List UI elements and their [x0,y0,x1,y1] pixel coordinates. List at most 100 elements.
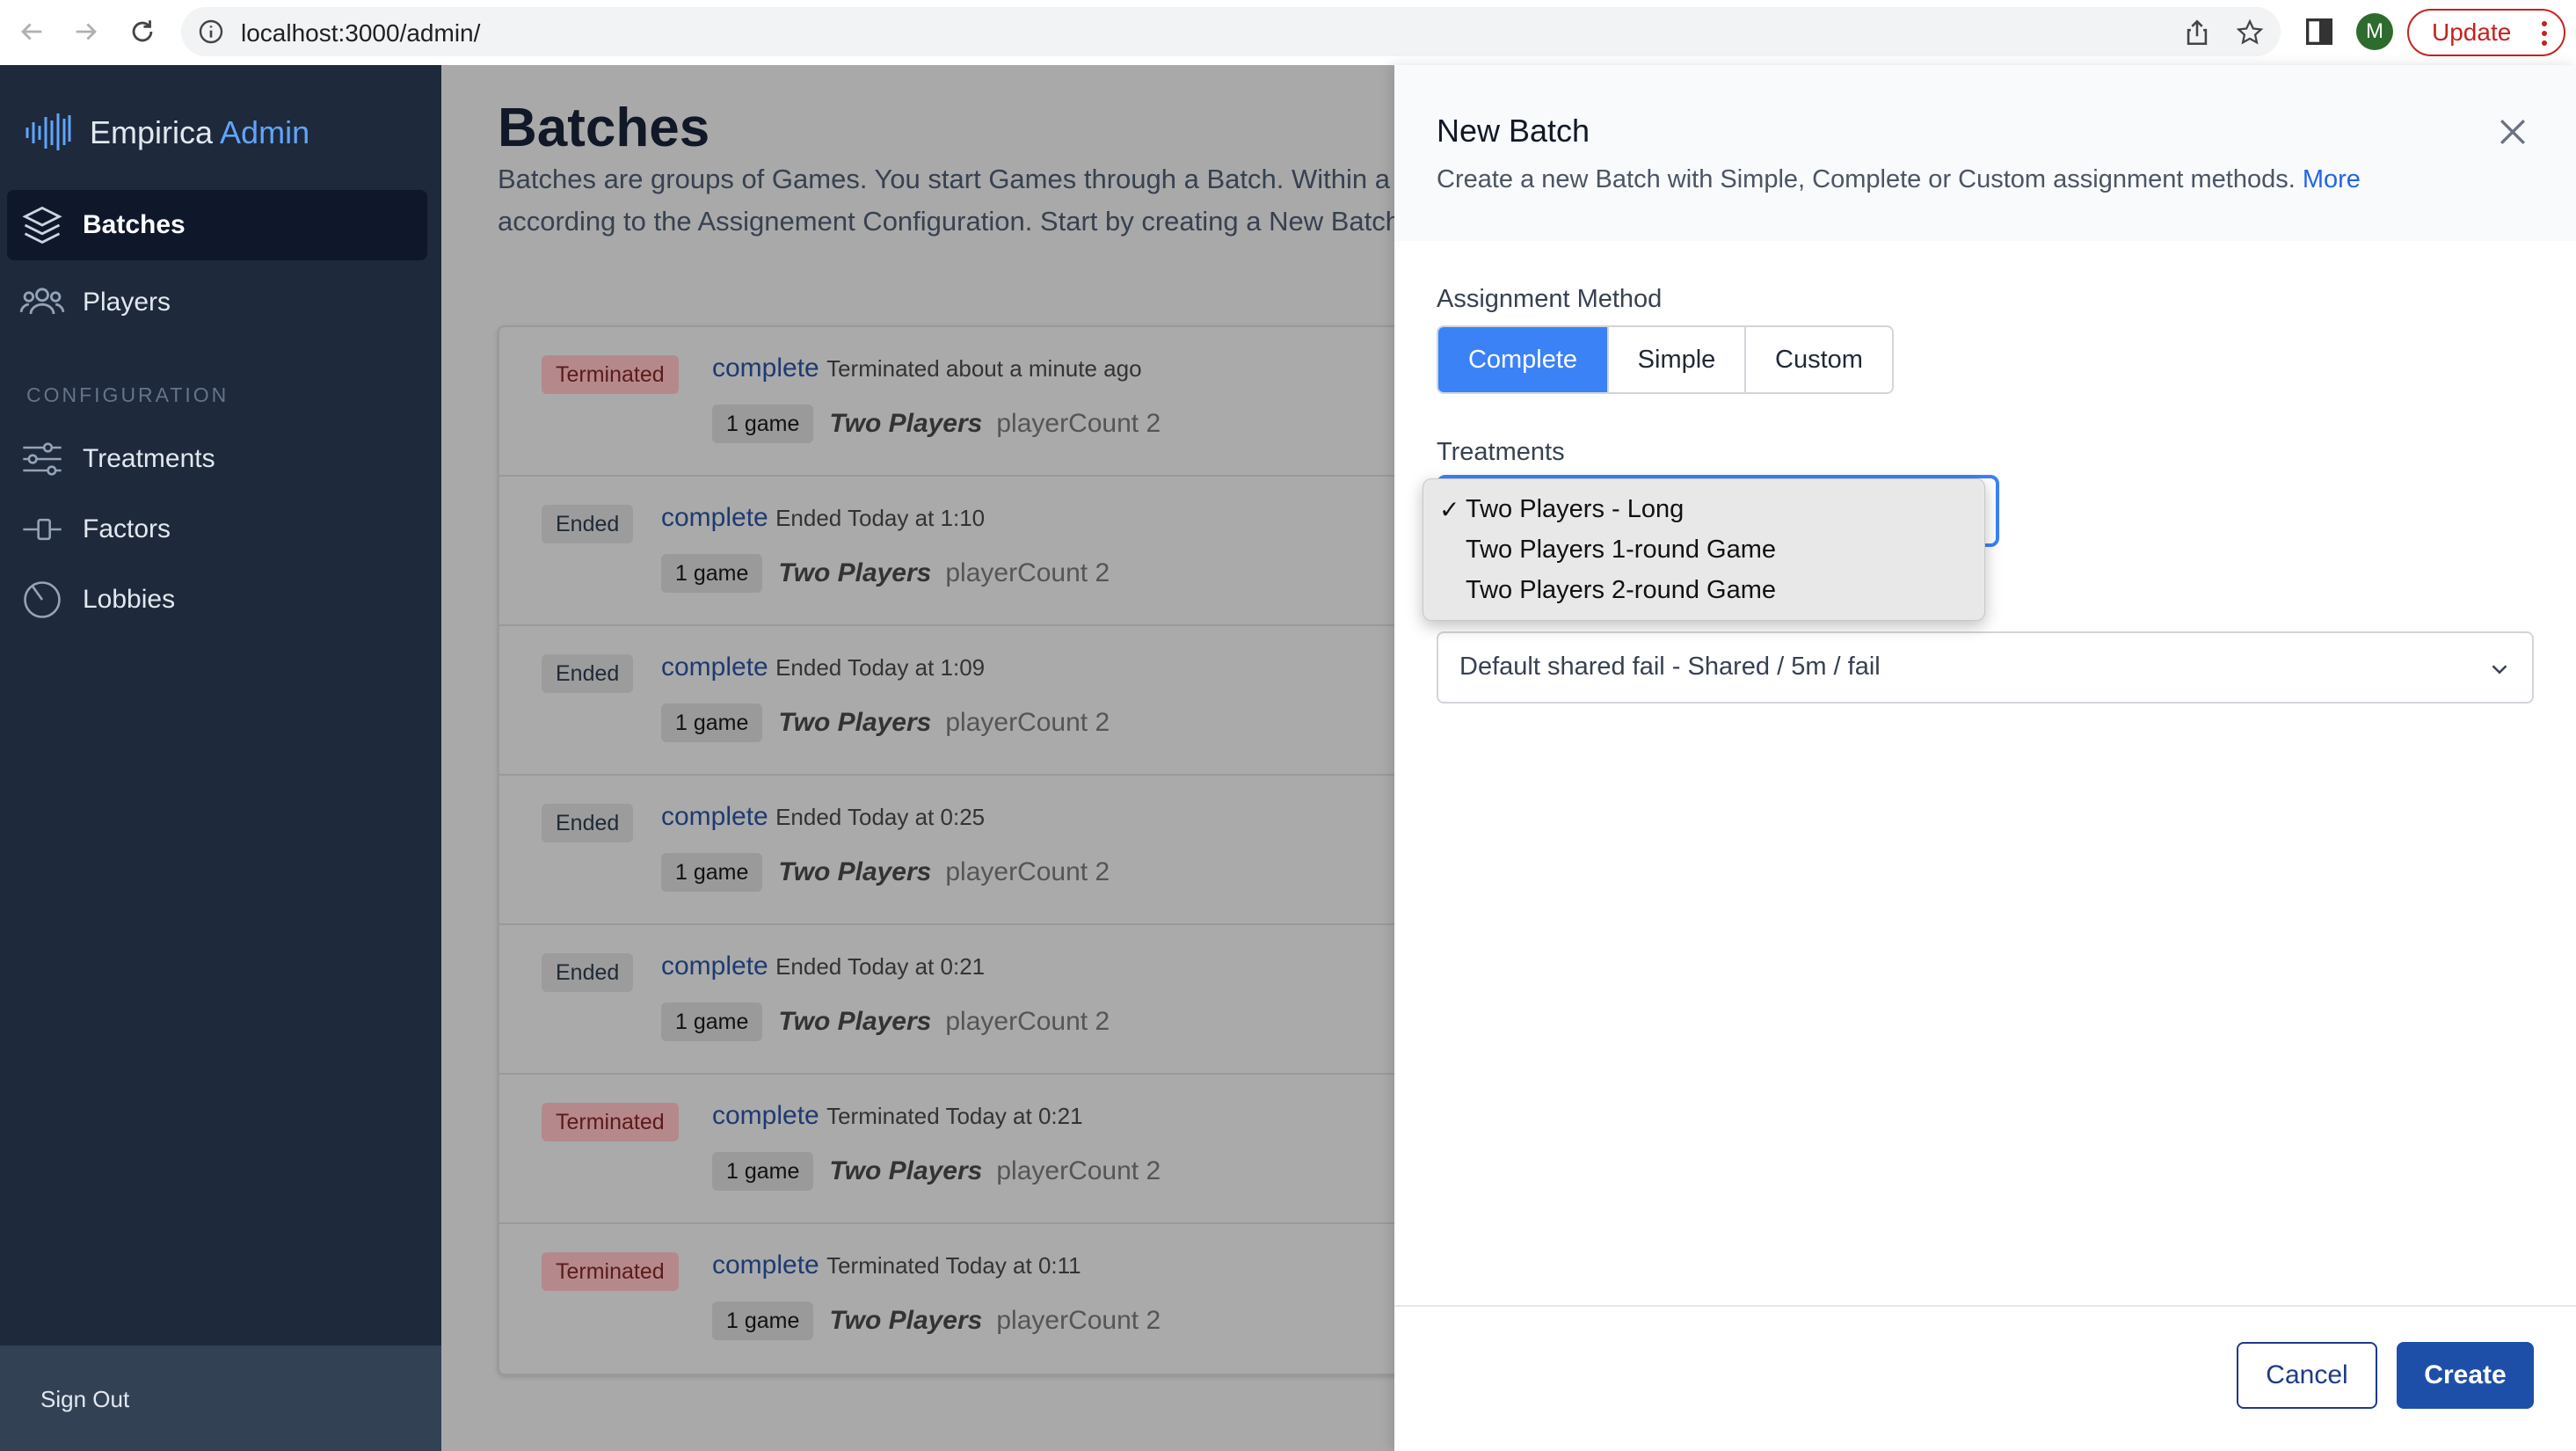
sidebar-item-label: Factors [83,514,171,543]
treatment-option[interactable]: ✓ Two Players - Long [1439,495,1685,524]
brand[interactable]: Empirica Admin [25,106,309,158]
sign-out-bar: Sign Out [0,1345,441,1451]
status-badge: Terminated [542,355,679,394]
batch-details: 1 game Two Players playerCount 2 [712,405,1161,443]
batch-details: 1 game Two Players playerCount 2 [661,853,1110,892]
table-row[interactable]: Ended complete Ended Today at 0:21 1 gam… [499,925,1394,1075]
back-button[interactable] [12,12,51,51]
factor-value: playerCount 2 [996,1306,1161,1335]
sidebar-item-treatments[interactable]: Treatments [7,424,427,494]
share-icon[interactable] [2182,18,2212,47]
more-link[interactable]: More [2303,165,2361,193]
forward-button[interactable] [67,12,106,51]
sidebar-item-label: Batches [83,210,186,239]
games-badge: 1 game [661,554,763,593]
table-row[interactable]: Terminated complete Terminated Today at … [499,1075,1394,1224]
lobby-select[interactable]: Default shared fail - Shared / 5m / fail [1437,631,2534,704]
reload-button[interactable] [123,12,162,51]
method-custom-button[interactable]: Custom [1746,327,1892,392]
drawer-title: New Batch [1437,113,1590,149]
chevron-down-icon [2492,665,2507,674]
reload-icon [132,20,153,42]
more-vert-icon [2542,21,2547,46]
brand-accent: Admin [220,114,310,150]
batch-time: Ended Today at 1:10 [775,505,986,531]
empirica-logo-icon [25,113,71,150]
method-complete-button[interactable]: Complete [1438,327,1609,392]
profile-avatar[interactable]: M [2356,13,2393,50]
users-icon [19,288,65,315]
batch-title: complete Ended Today at 0:21 [661,952,985,981]
treatment-option[interactable]: Two Players 2-round Game [1466,576,1776,605]
treatment-name: Two Players [778,1007,932,1036]
factor-value: playerCount 2 [945,857,1110,886]
sidebar: Empirica Admin Batches Players CONFIGURA… [0,65,441,1451]
sidebar-item-factors[interactable]: Factors [7,494,427,565]
browser-toolbar: localhost:3000/admin/ M Update [0,0,2576,65]
sidebar-item-lobbies[interactable]: Lobbies [7,565,427,635]
sliders-icon [23,442,62,476]
page-title: Batches [498,98,710,158]
factor-value: playerCount 2 [945,708,1110,737]
update-button[interactable]: Update [2407,9,2565,56]
arrow-right-icon [76,23,97,40]
info-icon[interactable] [197,18,225,46]
factor-value: playerCount 2 [996,1156,1161,1185]
batch-time: Ended Today at 0:21 [775,953,986,980]
status-badge: Ended [542,654,634,693]
treatment-dropdown-menu: ✓ Two Players - Long Two Players 1-round … [1423,478,1985,621]
section-label: CONFIGURATION [26,383,229,406]
table-row[interactable]: Ended complete Ended Today at 1:09 1 gam… [499,626,1394,776]
treatment-name: Two Players [829,409,983,438]
treatment-name: Two Players [778,857,932,886]
sidebar-item-players[interactable]: Players [7,267,427,338]
table-row[interactable]: Ended complete Ended Today at 1:10 1 gam… [499,477,1394,626]
sign-out-link[interactable]: Sign Out [40,1386,129,1413]
batch-kind: complete [712,1250,819,1280]
address-bar[interactable]: localhost:3000/admin/ [181,7,2281,56]
page-description: Batches are groups of Games. You start G… [498,164,1394,237]
star-icon[interactable] [2235,18,2265,47]
batch-title: complete Terminated Today at 0:21 [712,1101,1083,1131]
lobby-select-value: Default shared fail - Shared / 5m / fail [1459,653,1881,681]
main-content: Batches Batches are groups of Games. You… [441,65,1394,1451]
side-panel-icon[interactable] [2302,14,2337,49]
status-badge: Terminated [542,1252,679,1291]
batch-kind: complete [661,653,768,682]
batch-time: Ended Today at 1:09 [775,654,986,681]
sidebar-item-label: Lobbies [83,585,176,614]
games-badge: 1 game [661,853,763,892]
cancel-button[interactable]: Cancel [2237,1342,2377,1409]
brand-title: Empirica [90,114,214,150]
layers-icon [22,206,62,244]
table-row[interactable]: Terminated complete Terminated about a m… [499,327,1394,477]
factor-value: playerCount 2 [945,558,1110,587]
method-simple-button[interactable]: Simple [1609,327,1746,392]
status-badge: Terminated [542,1103,679,1141]
timer-icon [24,581,61,618]
batch-title: complete Terminated about a minute ago [712,354,1142,383]
table-row[interactable]: Terminated complete Terminated Today at … [499,1224,1394,1374]
factor-value: playerCount 2 [945,1007,1110,1036]
games-badge: 1 game [712,1152,814,1191]
drawer-footer: Cancel Create [1394,1305,2576,1451]
batch-kind: complete [712,1101,819,1130]
treatment-option-label: Two Players 1-round Game [1466,536,1776,564]
batch-time: Terminated Today at 0:11 [826,1252,1081,1279]
close-icon[interactable] [2493,113,2532,151]
games-badge: 1 game [712,405,814,443]
table-row[interactable]: Ended complete Ended Today at 0:25 1 gam… [499,776,1394,925]
games-badge: 1 game [661,1003,763,1041]
treatment-option[interactable]: Two Players 1-round Game [1466,536,1776,565]
create-button[interactable]: Create [2397,1342,2534,1409]
batch-kind: complete [661,802,768,831]
treatment-option-label: Two Players - Long [1466,495,1685,523]
status-badge: Ended [542,953,634,992]
sidebar-item-batches[interactable]: Batches [7,190,427,260]
url-text[interactable]: localhost:3000/admin/ [241,19,480,47]
batch-time: Ended Today at 0:25 [775,804,986,830]
batch-details: 1 game Two Players playerCount 2 [712,1302,1161,1340]
batch-details: 1 game Two Players playerCount 2 [712,1152,1161,1191]
sidebar-item-label: Players [83,288,171,317]
batch-title: complete Ended Today at 1:09 [661,653,985,682]
